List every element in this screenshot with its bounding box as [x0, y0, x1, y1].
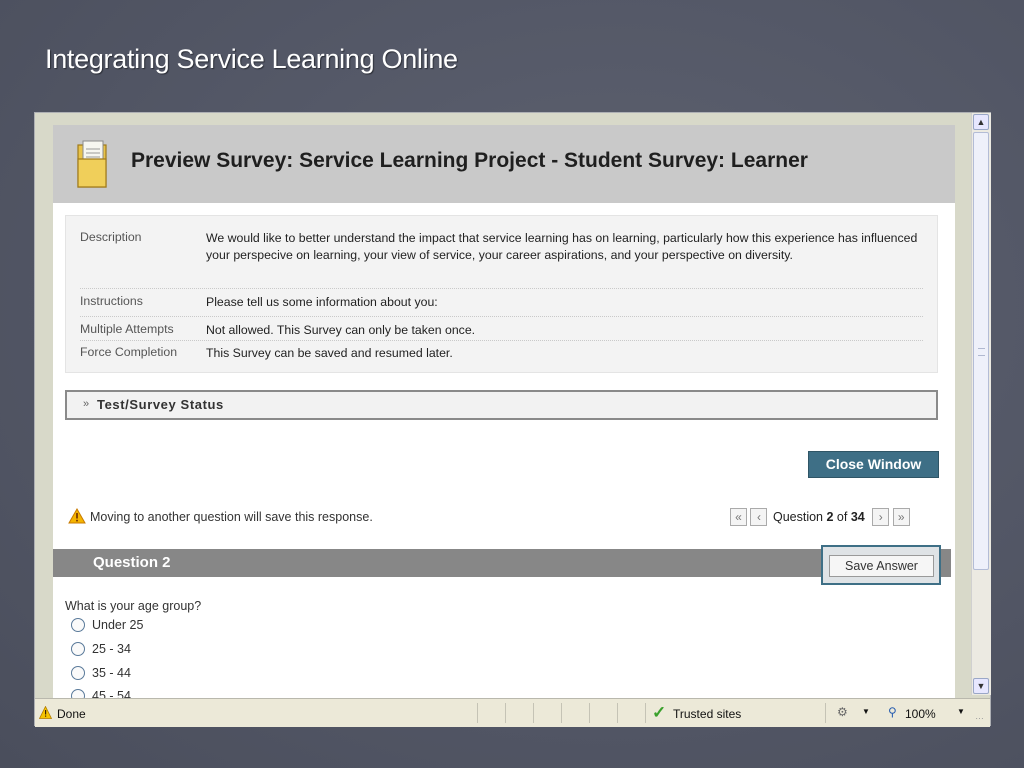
info-row-force-completion: Force Completion This Survey can be save… — [80, 345, 923, 363]
option-45-54[interactable]: 45 - 54 — [71, 689, 131, 698]
option-label: 45 - 54 — [92, 689, 131, 698]
question-text: What is your age group? — [65, 599, 202, 613]
status-section-label: Test/Survey Status — [97, 397, 224, 412]
resize-grip-icon[interactable]: … — [975, 711, 984, 721]
status-divider — [505, 703, 506, 723]
radio-button[interactable] — [71, 689, 85, 698]
scroll-up-button[interactable]: ▲ — [973, 114, 989, 130]
clipboard-folder-icon — [77, 140, 107, 188]
chevron-down-icon: » — [83, 398, 90, 410]
scroll-down-button[interactable]: ▼ — [973, 678, 989, 694]
last-question-button[interactable]: » — [892, 508, 910, 526]
option-label: Under 25 — [92, 618, 144, 632]
info-value: This Survey can be saved and resumed lat… — [206, 346, 453, 360]
status-divider — [825, 703, 826, 723]
close-window-button[interactable]: Close Window — [808, 451, 939, 478]
browser-window: Preview Survey: Service Learning Project… — [34, 112, 991, 727]
current-question: 2 — [826, 510, 834, 524]
option-label: 35 - 44 — [92, 666, 131, 680]
info-row-multiple-attempts: Multiple Attempts Not allowed. This Surv… — [80, 322, 923, 341]
slide-title: Integrating Service Learning Online — [45, 44, 458, 74]
info-value: We would like to better understand the i… — [206, 231, 918, 262]
counter-prefix: Question — [772, 510, 823, 524]
status-divider — [645, 703, 646, 723]
question-navigator: « ‹ Question 2 of 34 › » — [730, 508, 910, 526]
question-counter: Question 2 of 34 — [773, 510, 865, 524]
save-answer-frame: Save Answer — [821, 545, 941, 585]
info-label: Description — [80, 230, 142, 244]
survey-info-box: Description We would like to better unde… — [65, 215, 938, 373]
counter-of: of — [836, 510, 848, 524]
info-label: Multiple Attempts — [80, 322, 174, 336]
info-label: Instructions — [80, 294, 143, 308]
protected-mode-icon[interactable]: ⚙ — [837, 705, 848, 719]
security-zone[interactable]: Trusted sites — [673, 707, 741, 721]
info-value: Please tell us some information about yo… — [206, 295, 438, 309]
checkmark-icon: ✓ — [652, 703, 667, 722]
option-under-25[interactable]: Under 25 — [71, 618, 143, 632]
status-divider — [589, 703, 590, 723]
save-answer-button[interactable]: Save Answer — [829, 555, 934, 577]
grip-icon — [978, 348, 985, 356]
survey-page: Preview Survey: Service Learning Project… — [53, 125, 955, 698]
previous-question-button[interactable]: ‹ — [750, 508, 768, 526]
info-value: Not allowed. This Survey can only be tak… — [206, 323, 476, 337]
info-label: Force Completion — [80, 345, 178, 359]
browser-status-bar: Done ✓ Trusted sites ⚙ ▼ ⚲ 100% ▼ … — [35, 698, 990, 727]
total-questions: 34 — [850, 510, 865, 524]
first-question-button[interactable]: « — [730, 508, 747, 526]
status-text: Done — [57, 707, 86, 721]
info-row-description: Description We would like to better unde… — [80, 230, 923, 289]
chevron-down-icon[interactable]: ▼ — [957, 707, 965, 716]
vertical-scrollbar[interactable]: ▲ ▼ — [971, 113, 991, 695]
status-divider — [617, 703, 618, 723]
option-35-44[interactable]: 35 - 44 — [71, 666, 131, 680]
next-question-button[interactable]: › — [872, 508, 890, 526]
status-divider — [561, 703, 562, 723]
magnifier-icon[interactable]: ⚲ — [888, 705, 897, 719]
radio-button[interactable] — [71, 618, 85, 632]
page-warning-icon — [39, 706, 52, 719]
zoom-level[interactable]: 100% — [905, 707, 936, 721]
scroll-thumb[interactable] — [973, 132, 989, 570]
status-divider — [477, 703, 478, 723]
warning-triangle-icon — [68, 508, 86, 524]
question-header-bar: Question 2 — [53, 549, 951, 577]
save-warning: Moving to another question will save thi… — [68, 508, 373, 524]
warning-text: Moving to another question will save thi… — [90, 510, 373, 524]
page-title: Preview Survey: Service Learning Project… — [131, 149, 808, 172]
radio-button[interactable] — [71, 642, 85, 656]
page-header: Preview Survey: Service Learning Project… — [53, 125, 955, 203]
question-label: Question 2 — [93, 554, 171, 571]
option-label: 25 - 34 — [92, 642, 131, 656]
test-survey-status-toggle[interactable]: » Test/Survey Status — [65, 390, 938, 420]
status-divider — [533, 703, 534, 723]
radio-button[interactable] — [71, 666, 85, 680]
info-row-instructions: Instructions Please tell us some informa… — [80, 294, 923, 317]
chevron-down-icon[interactable]: ▼ — [862, 707, 870, 716]
option-25-34[interactable]: 25 - 34 — [71, 642, 131, 656]
